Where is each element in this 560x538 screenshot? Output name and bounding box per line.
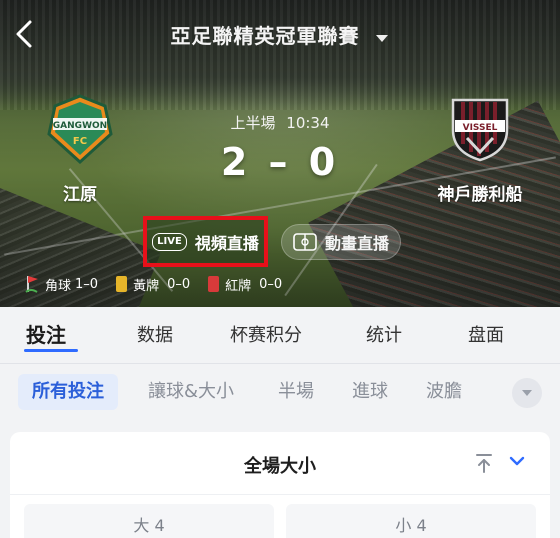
- home-team-badge: GANGWON FC: [47, 94, 113, 165]
- away-team-badge: VISSEL: [451, 98, 509, 162]
- scoreboard: 2 – 0: [200, 140, 360, 184]
- match-stats: 角球 1–0 黃牌 0–0 紅牌 0–0: [25, 272, 300, 296]
- period-label: 上半場: [230, 114, 276, 132]
- market-card: 全場大小 大 4 小 4: [10, 432, 550, 538]
- red-value: 0–0: [259, 276, 283, 292]
- filter-handicap-over-under[interactable]: 讓球&大小: [134, 374, 248, 410]
- card-divider: [10, 494, 550, 495]
- animation-live-label: 動畫直播: [324, 234, 389, 253]
- corners-value: 1–0: [75, 276, 99, 292]
- bet-filter-bar: 所有投注 讓球&大小 半場 進球 波膽: [0, 364, 560, 420]
- video-live-button[interactable]: LIVE 視頻直播: [143, 216, 268, 267]
- market-title: 全場大小: [244, 456, 316, 477]
- filter-goals[interactable]: 進球: [338, 374, 402, 410]
- home-team: GANGWON FC 江原: [20, 94, 140, 205]
- odds-under-button[interactable]: 小 4: [286, 504, 536, 538]
- over-label: 大 4: [133, 516, 165, 535]
- filter-all-bets[interactable]: 所有投注: [18, 374, 118, 410]
- red-card-icon: [208, 276, 220, 292]
- league-title: 亞足聯精英冠軍聯賽: [170, 24, 360, 48]
- pin-to-top-icon[interactable]: [474, 452, 494, 474]
- tab-data[interactable]: 数据: [137, 321, 173, 347]
- tab-statistics[interactable]: 统计: [366, 321, 402, 347]
- stat-red-cards: 紅牌 0–0: [208, 275, 282, 294]
- match-header: 亞足聯精英冠軍聯賽 GANGWON FC 江原 VISSEL 神戶勝利船 上半場…: [0, 0, 560, 307]
- animation-live-button[interactable]: 動畫直播: [281, 224, 401, 260]
- away-score: 0: [308, 140, 340, 184]
- pitch-icon: [293, 233, 317, 251]
- stat-corners: 角球 1–0: [25, 275, 98, 294]
- yellow-card-icon: [116, 276, 128, 292]
- odds-over-button[interactable]: 大 4: [24, 504, 274, 538]
- svg-text:FC: FC: [73, 136, 87, 147]
- yellow-value: 0–0: [167, 276, 191, 292]
- caret-down-icon: [522, 390, 532, 396]
- chevron-down-icon[interactable]: [506, 450, 528, 472]
- filter-correct-score[interactable]: 波膽: [412, 374, 476, 410]
- yellow-label: 黃牌: [133, 278, 160, 294]
- match-clock: 10:34: [286, 114, 330, 132]
- under-label: 小 4: [395, 516, 427, 535]
- home-score: 2: [220, 140, 252, 184]
- away-team-name: 神戶勝利船: [437, 185, 523, 205]
- video-live-label: 視頻直播: [194, 233, 259, 253]
- home-team-name: 江原: [63, 185, 97, 205]
- svg-text:GANGWON: GANGWON: [53, 121, 107, 131]
- filter-expand-button[interactable]: [512, 378, 542, 408]
- tab-market[interactable]: 盘面: [468, 321, 504, 347]
- league-title-dropdown[interactable]: 亞足聯精英冠軍聯賽: [0, 20, 560, 49]
- tab-bar: 投注 数据 杯赛积分 统计 盘面: [0, 307, 560, 364]
- active-tab-indicator: [24, 349, 78, 352]
- corners-label: 角球: [45, 278, 72, 294]
- tab-betting[interactable]: 投注: [26, 319, 66, 348]
- away-team: VISSEL 神戶勝利船: [420, 94, 540, 205]
- caret-down-icon: [376, 34, 389, 42]
- tab-cup-standings[interactable]: 杯赛积分: [230, 321, 302, 347]
- svg-text:VISSEL: VISSEL: [463, 123, 498, 133]
- live-icon: LIVE: [152, 232, 187, 251]
- filter-half-time[interactable]: 半場: [264, 374, 328, 410]
- match-period: 上半場 10:34: [200, 112, 360, 133]
- corner-flag-icon: [25, 276, 38, 293]
- score-separator: –: [268, 140, 292, 184]
- stat-yellow-cards: 黃牌 0–0: [116, 275, 190, 294]
- red-label: 紅牌: [225, 278, 252, 294]
